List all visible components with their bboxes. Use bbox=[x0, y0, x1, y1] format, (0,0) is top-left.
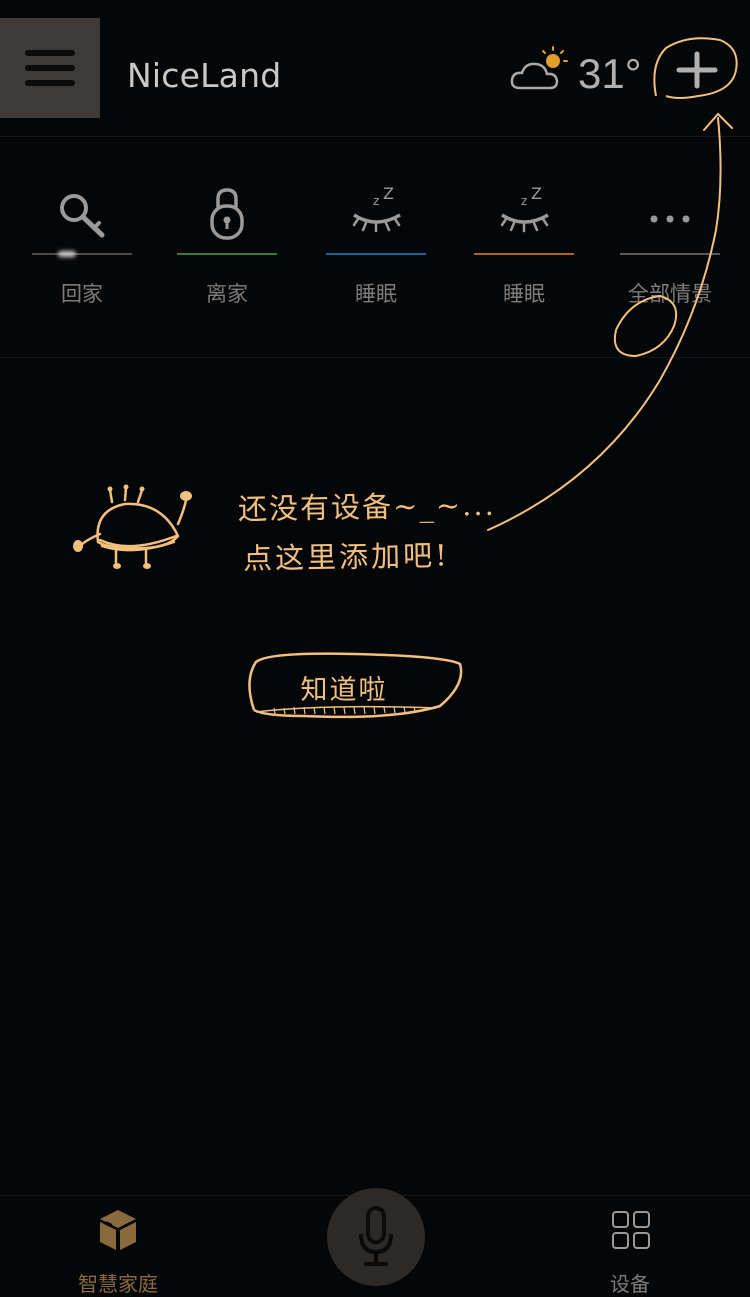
svg-text:Z: Z bbox=[531, 185, 542, 203]
scene-item-sleep-1[interactable]: z Z 睡眠 bbox=[326, 137, 426, 357]
nav-smart-home[interactable]: 智慧家庭 bbox=[68, 1206, 168, 1296]
grid-icon bbox=[612, 1211, 650, 1249]
plus-icon bbox=[653, 37, 738, 99]
scene-label: 睡眠 bbox=[503, 282, 545, 306]
microphone-icon bbox=[359, 1206, 393, 1266]
app-title: NiceLand bbox=[127, 56, 282, 95]
mascot-illustration bbox=[73, 484, 192, 569]
key-icon bbox=[60, 194, 105, 238]
smart-home-cube-icon bbox=[100, 1210, 136, 1250]
scene-label: 全部情景 bbox=[628, 282, 712, 306]
scene-underline bbox=[474, 253, 574, 255]
top-bar: NiceLand 31° bbox=[0, 0, 750, 137]
svg-text:Z: Z bbox=[383, 185, 394, 203]
scene-underline bbox=[32, 251, 132, 257]
svg-text:z: z bbox=[373, 194, 379, 208]
scene-underline bbox=[177, 253, 277, 255]
voice-button[interactable] bbox=[327, 1188, 425, 1286]
nav-label: 智慧家庭 bbox=[78, 1272, 158, 1296]
menu-button[interactable] bbox=[0, 18, 100, 118]
scene-item-leave-home[interactable]: 离家 bbox=[177, 137, 277, 357]
scene-underline bbox=[620, 253, 720, 255]
scene-label: 睡眠 bbox=[355, 282, 397, 306]
nav-devices[interactable]: 设备 bbox=[580, 1206, 680, 1296]
more-icon bbox=[650, 215, 690, 223]
lock-icon bbox=[210, 188, 244, 240]
got-it-label: 知道啦 bbox=[300, 675, 388, 706]
scene-item-sleep-2[interactable]: z Z 睡眠 bbox=[474, 137, 574, 357]
got-it-button[interactable]: 知道啦 bbox=[244, 650, 468, 724]
hamburger-menu-icon bbox=[25, 50, 75, 86]
temperature-readout: 31° bbox=[578, 50, 642, 97]
scene-strip: 回家 离家 z Z 睡眠 z Z 睡眠 全部情景 bbox=[0, 137, 750, 358]
add-device-button[interactable] bbox=[648, 34, 740, 106]
sleep-icon: z Z bbox=[500, 185, 549, 233]
scene-underline bbox=[326, 253, 426, 255]
sleep-icon: z Z bbox=[352, 185, 401, 233]
scene-label: 离家 bbox=[206, 282, 248, 306]
partly-cloudy-icon bbox=[510, 46, 568, 90]
scene-item-all-scenes[interactable]: 全部情景 bbox=[620, 137, 720, 357]
scene-label: 回家 bbox=[61, 282, 103, 306]
empty-hint-line-1: 还没有设备~_~... bbox=[237, 487, 497, 527]
scene-item-go-home[interactable]: 回家 bbox=[32, 137, 132, 357]
nav-label: 设备 bbox=[610, 1272, 650, 1296]
svg-text:z: z bbox=[521, 194, 527, 208]
empty-hint-line-2: 点这里添加吧! bbox=[242, 538, 450, 576]
